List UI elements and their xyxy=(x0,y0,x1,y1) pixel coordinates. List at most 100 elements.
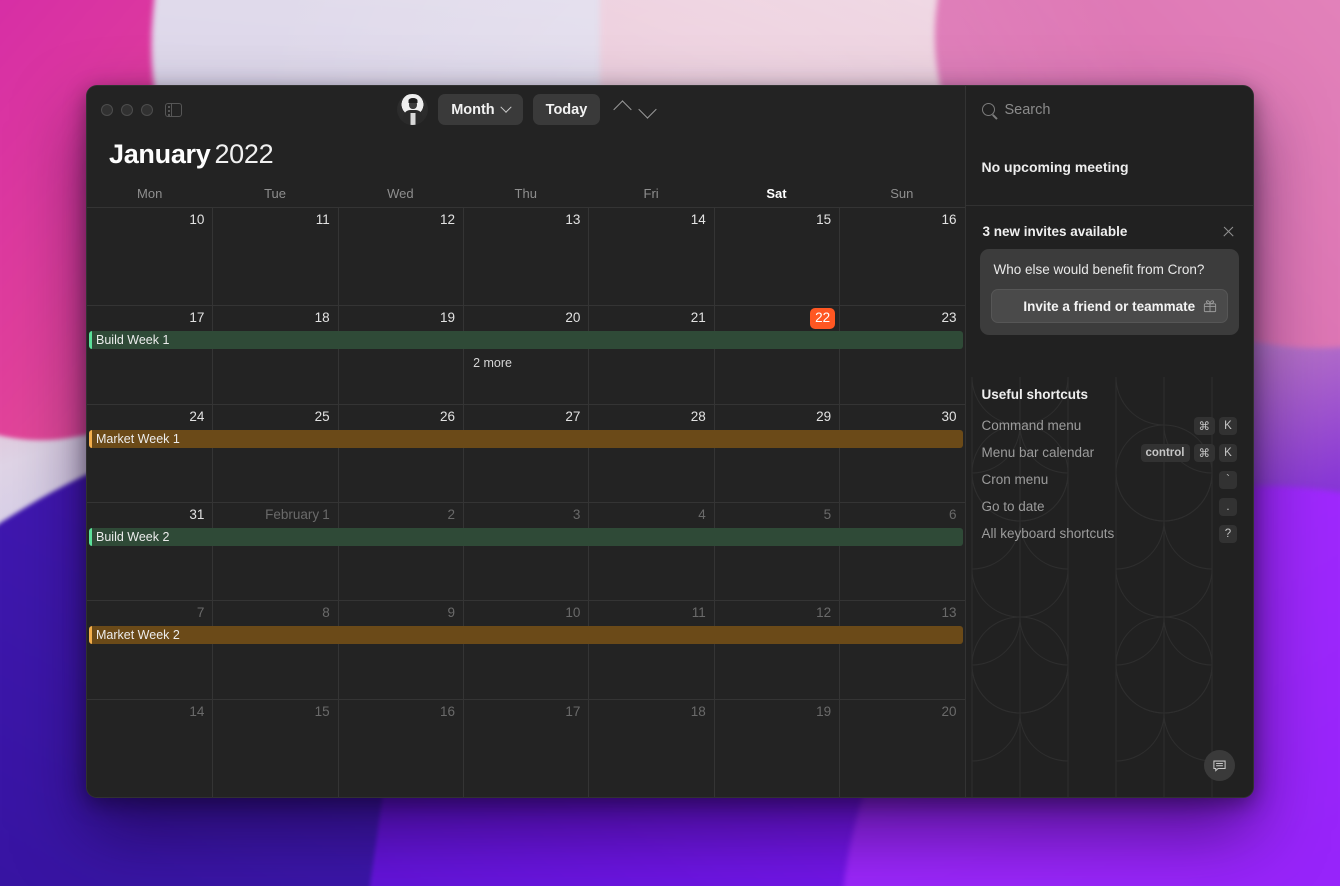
day-cell[interactable]: 23 xyxy=(839,306,964,404)
day-cell[interactable]: 22 xyxy=(713,306,839,404)
minimize-window-button[interactable] xyxy=(121,103,133,116)
day-cell[interactable]: 25 xyxy=(212,404,337,502)
day-cell[interactable]: 29 xyxy=(713,404,839,502)
day-cell[interactable]: 14 xyxy=(87,700,212,797)
previous-month-icon[interactable] xyxy=(613,100,632,119)
day-cell[interactable]: 31 xyxy=(87,503,212,600)
day-cell[interactable]: 13 xyxy=(463,208,588,306)
calendar-event[interactable]: Market Week 2 xyxy=(89,626,963,645)
next-month-icon[interactable] xyxy=(638,100,657,119)
search-bar[interactable] xyxy=(966,86,1254,133)
key-badge: ⌘ xyxy=(1193,443,1215,462)
today-button[interactable]: Today xyxy=(532,94,601,125)
shortcut-row[interactable]: All keyboard shortcuts? xyxy=(982,520,1237,547)
shortcut-row[interactable]: Go to date. xyxy=(982,493,1237,520)
day-number: 7 xyxy=(196,605,205,621)
day-number: 11 xyxy=(315,212,330,227)
day-number: 15 xyxy=(816,212,832,227)
calendar-week-row: 17 18 19 20 21 22 23 Build Week 1 2 more xyxy=(87,305,965,404)
shortcut-row[interactable]: Menu bar calendar control ⌘ K xyxy=(982,439,1237,466)
close-window-button[interactable] xyxy=(101,103,113,116)
sidebar-toggle-icon[interactable] xyxy=(165,102,182,117)
search-input[interactable] xyxy=(1004,101,1237,118)
close-icon[interactable] xyxy=(1221,224,1236,239)
zoom-window-button[interactable] xyxy=(141,103,153,116)
day-number: 6 xyxy=(948,506,957,522)
day-number: 13 xyxy=(941,605,957,621)
more-events-link[interactable]: 2 more xyxy=(473,356,512,370)
day-cell[interactable]: 12 xyxy=(713,601,839,699)
view-selector-button[interactable]: Month xyxy=(438,94,523,125)
day-cell[interactable]: 9 xyxy=(337,601,463,699)
shortcut-row[interactable]: Command menu ⌘ K xyxy=(981,412,1237,439)
day-number: 22 xyxy=(715,308,836,329)
day-cell[interactable]: 18 xyxy=(588,699,713,797)
toolbar: Month Today xyxy=(87,86,965,133)
day-cell[interactable]: 30 xyxy=(839,404,964,502)
calendar-week-row: 10 11 12 13 14 15 16 xyxy=(87,207,965,306)
day-cell[interactable]: 16 xyxy=(839,208,964,306)
day-cell[interactable]: 26 xyxy=(337,404,463,502)
day-cell[interactable]: 10 xyxy=(87,208,212,305)
day-cell[interactable]: 20 xyxy=(463,306,588,404)
day-cell[interactable]: 17 xyxy=(463,699,588,797)
day-cell[interactable]: 11 xyxy=(588,601,713,699)
day-cell[interactable]: 14 xyxy=(588,208,713,306)
key-badge: K xyxy=(1219,443,1237,462)
weekday-label-fri: Fri xyxy=(643,186,659,201)
shortcut-label: Command menu xyxy=(981,418,1082,433)
day-cell[interactable]: 17 xyxy=(87,306,212,403)
calendar-pane: Month Today January 2022 Mon Tue Wed Thu Fri S… xyxy=(87,86,965,797)
day-cell[interactable]: February 1 xyxy=(212,502,337,601)
day-cell[interactable]: 8 xyxy=(212,601,337,699)
day-cell[interactable]: 6 xyxy=(839,502,964,601)
day-cell[interactable]: 24 xyxy=(87,405,212,502)
chat-bubble-icon[interactable] xyxy=(1204,750,1235,781)
day-number: 17 xyxy=(189,310,205,326)
calendar-week-row: 24 25 26 27 28 29 30 Market Week 1 xyxy=(87,403,965,502)
day-number: 12 xyxy=(440,212,456,227)
day-number: 9 xyxy=(447,605,456,621)
day-cell[interactable]: 4 xyxy=(588,502,713,601)
right-sidebar: No upcoming meeting 3 new invites availa… xyxy=(964,86,1254,797)
day-cell[interactable]: 21 xyxy=(588,306,713,404)
calendar-event[interactable]: Build Week 1 xyxy=(89,331,963,350)
day-cell[interactable]: 18 xyxy=(212,306,337,404)
day-cell[interactable]: 11 xyxy=(212,208,337,306)
calendar-event[interactable]: Build Week 2 xyxy=(89,527,963,546)
invites-section: 3 new invites available Who else would b… xyxy=(966,206,1254,335)
day-cell[interactable]: 15 xyxy=(713,208,839,306)
day-cell[interactable]: 2 xyxy=(337,502,463,601)
day-cell[interactable]: 15 xyxy=(212,699,337,797)
title-bar: Month Today xyxy=(87,86,965,133)
invite-friend-button[interactable]: Invite a friend or teammate xyxy=(990,289,1228,323)
shortcuts-title: Useful shortcuts xyxy=(981,387,1089,402)
calendar-event[interactable]: Market Week 1 xyxy=(89,429,963,448)
day-cell[interactable]: 10 xyxy=(463,601,588,699)
day-cell[interactable]: 19 xyxy=(337,306,463,404)
day-number: 4 xyxy=(698,506,706,522)
day-number: 18 xyxy=(314,310,330,326)
day-cell[interactable]: 28 xyxy=(588,404,713,502)
day-cell[interactable]: 13 xyxy=(839,601,964,699)
day-cell[interactable]: 7 xyxy=(87,601,212,698)
day-cell[interactable]: 5 xyxy=(713,502,839,601)
day-cell[interactable]: 19 xyxy=(713,699,839,797)
user-avatar[interactable] xyxy=(397,94,429,125)
day-cell[interactable]: 12 xyxy=(337,208,463,306)
shortcut-keys: control ⌘ K xyxy=(1140,443,1237,462)
day-number: 2 xyxy=(447,506,456,522)
traffic-lights xyxy=(101,103,153,116)
day-cell[interactable]: 3 xyxy=(463,502,588,601)
key-badge: ` xyxy=(1219,470,1237,489)
gift-icon xyxy=(1203,300,1217,313)
day-number: 13 xyxy=(565,212,581,227)
day-cell[interactable]: 27 xyxy=(463,404,588,502)
shortcut-row[interactable]: Cron menu ` xyxy=(982,466,1237,493)
day-cell[interactable]: 16 xyxy=(337,699,463,797)
key-badge: . xyxy=(1219,497,1237,516)
chevron-down-icon xyxy=(500,101,512,113)
day-cell[interactable]: 20 xyxy=(839,699,964,797)
day-number: 17 xyxy=(565,703,581,719)
day-number: 18 xyxy=(690,703,706,719)
